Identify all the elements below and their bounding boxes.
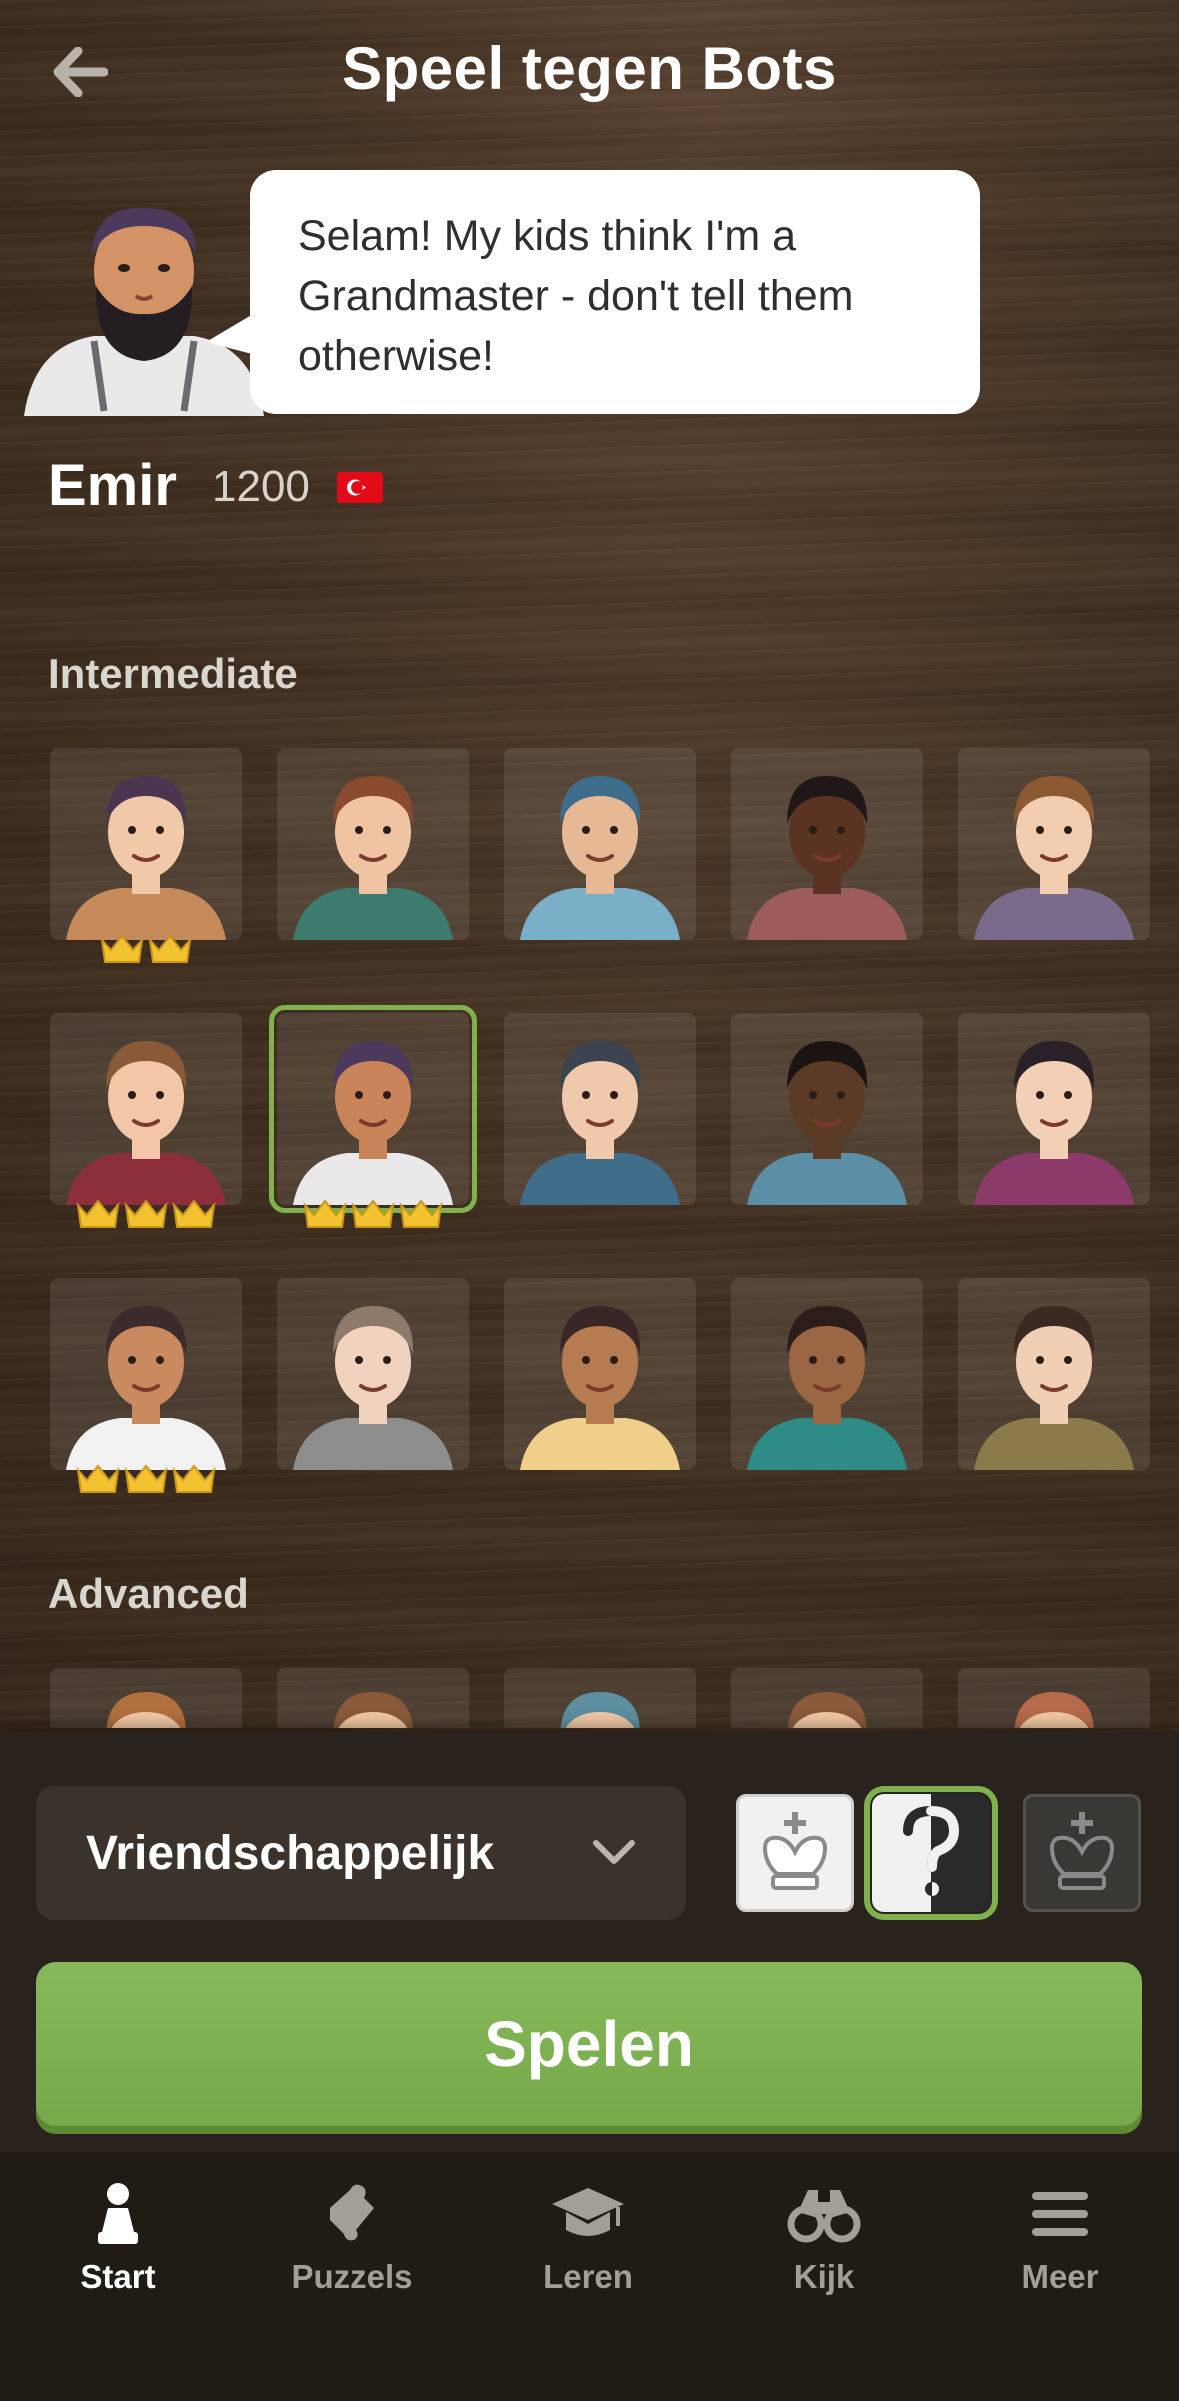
crown-icon (76, 1464, 120, 1493)
bot-tile-advanced[interactable] (50, 1668, 242, 1728)
bot-tile[interactable] (277, 1278, 469, 1470)
achievement-crowns (50, 1197, 242, 1229)
bot-tile[interactable] (50, 1278, 242, 1493)
bot-tile[interactable] (958, 1278, 1150, 1470)
bot-tile[interactable] (504, 1013, 696, 1205)
crown-icon (351, 1199, 395, 1228)
nav-kijk[interactable]: Kijk (724, 2170, 924, 2310)
crown-icon (76, 1199, 120, 1228)
crown-icon (124, 1464, 168, 1493)
menu-icon (1032, 2192, 1088, 2236)
bot-tile[interactable] (731, 1013, 923, 1205)
graduation-cap-icon (552, 2188, 624, 2236)
advanced-bots-row (50, 1668, 1150, 1728)
bot-avatar (66, 1041, 226, 1205)
play-as-white-button[interactable] (736, 1794, 854, 1912)
bot-avatar (560, 1692, 640, 1728)
achievement-crowns (50, 932, 242, 964)
mode-label: Vriendschappelijk (86, 1826, 495, 1880)
bot-tile[interactable] (50, 748, 242, 963)
bot-avatar (66, 776, 226, 940)
black-king-icon (1049, 1812, 1115, 1890)
bot-avatar (520, 1306, 680, 1470)
bot-rating: 1200 (212, 462, 310, 511)
featured-bot-avatar (24, 207, 264, 416)
binoculars-icon (787, 2190, 861, 2243)
puzzle-icon (330, 2184, 374, 2241)
bot-tile[interactable] (958, 1013, 1150, 1205)
bot-tile-advanced[interactable] (731, 1668, 923, 1728)
nav-leren[interactable]: Leren (488, 2170, 688, 2310)
mode-dropdown[interactable]: Vriendschappelijk (36, 1786, 686, 1920)
nav-label: Puzzels (291, 2258, 413, 2295)
play-as-random-button[interactable] (864, 1786, 998, 1920)
achievement-crowns (50, 1462, 242, 1494)
random-question-icon (903, 1805, 960, 1896)
bot-avatar (333, 1692, 413, 1728)
bot-avatar (293, 1041, 453, 1205)
crown-icon (124, 1199, 168, 1228)
play-button[interactable]: Spelen (36, 1962, 1142, 2126)
bot-avatar (293, 776, 453, 940)
bot-avatar (293, 1306, 453, 1470)
bot-avatar (747, 776, 907, 940)
section-advanced: Advanced (48, 1570, 249, 1617)
pawn-icon (98, 2183, 138, 2244)
bot-avatar (1014, 1692, 1094, 1728)
bot-tile[interactable] (50, 1013, 242, 1228)
bot-tile-advanced[interactable] (277, 1668, 469, 1728)
white-king-icon (762, 1812, 828, 1890)
bot-avatar (974, 1041, 1134, 1205)
bot-tile-advanced[interactable] (958, 1668, 1150, 1728)
bot-avatar (974, 776, 1134, 940)
bot-tile[interactable] (731, 1278, 923, 1470)
bot-tile-advanced[interactable] (504, 1668, 696, 1728)
bot-avatar (520, 1041, 680, 1205)
nav-label: Kijk (793, 2258, 855, 2295)
bot-avatar (520, 776, 680, 940)
page-title: Speel tegen Bots (342, 35, 837, 102)
nav-label: Meer (1021, 2258, 1099, 2295)
crown-icon (399, 1199, 443, 1228)
bot-avatar (974, 1306, 1134, 1470)
crown-icon (172, 1464, 216, 1493)
play-as-black-button[interactable] (1023, 1794, 1141, 1912)
bot-avatar (747, 1041, 907, 1205)
chevron-down-icon (593, 1840, 635, 1864)
bot-name: Emir (48, 453, 177, 518)
speech-bubble: Selam! My kids think I'm a Grandmaster -… (250, 170, 980, 414)
section-intermediate: Intermediate (48, 650, 298, 697)
bot-tile-selected[interactable] (269, 1005, 477, 1228)
bot-avatar (787, 1692, 867, 1728)
bot-tile[interactable] (958, 748, 1150, 940)
bot-tile[interactable] (277, 748, 469, 940)
bot-tile[interactable] (731, 748, 923, 940)
nav-meer[interactable]: Meer (960, 2170, 1160, 2310)
bot-tile[interactable] (504, 748, 696, 940)
bot-avatar (106, 1692, 186, 1728)
crown-icon (172, 1199, 216, 1228)
crown-icon (100, 934, 144, 963)
crown-icon (303, 1199, 347, 1228)
nav-start[interactable]: Start (18, 2170, 218, 2310)
bot-tile[interactable] (504, 1278, 696, 1470)
nav-puzzels[interactable]: Puzzels (252, 2170, 452, 2310)
bot-avatar (66, 1306, 226, 1470)
achievement-crowns (277, 1197, 469, 1229)
turkey-flag-icon (337, 472, 383, 503)
bot-avatar (747, 1306, 907, 1470)
crown-icon (148, 934, 192, 963)
nav-label: Leren (543, 2258, 633, 2295)
nav-label: Start (80, 2258, 156, 2295)
